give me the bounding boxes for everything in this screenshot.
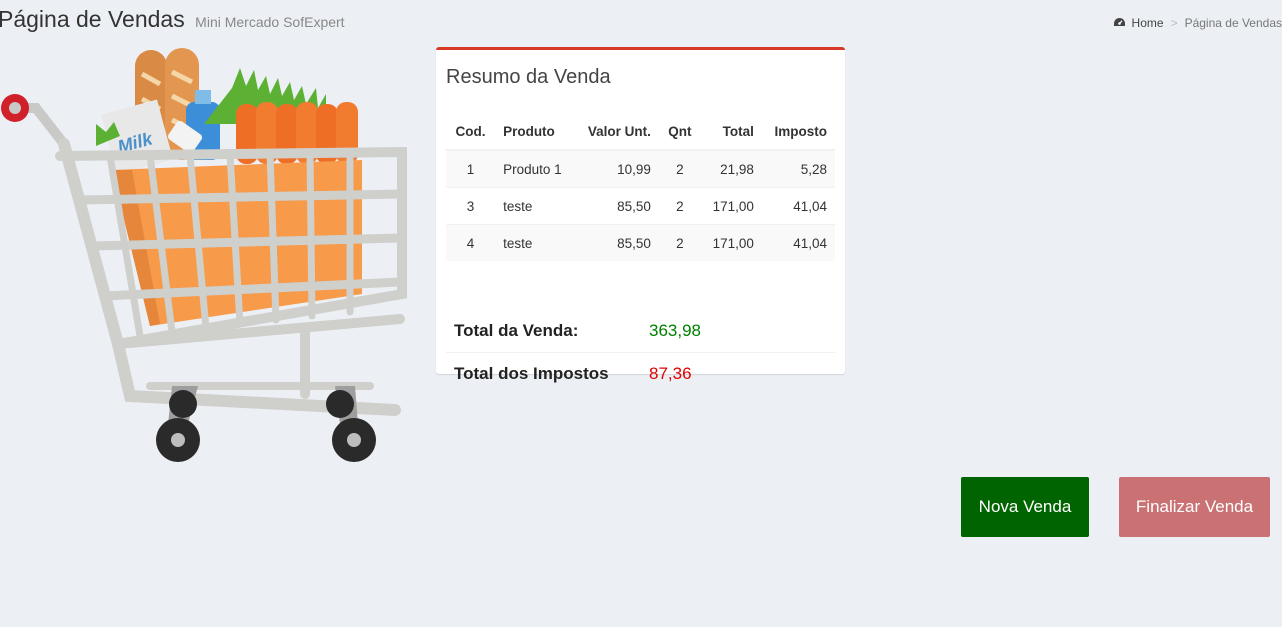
breadcrumb-current: Página de Vendas bbox=[1184, 16, 1282, 30]
breadcrumb: Home > Página de Vendas bbox=[1113, 16, 1282, 30]
table-row: 3 teste 85,50 2 171,00 41,04 bbox=[446, 187, 835, 225]
column-header: Total bbox=[700, 113, 762, 151]
dashboard-icon bbox=[1113, 18, 1125, 26]
cell-quantity: 2 bbox=[658, 224, 701, 261]
table-row: 1 Produto 1 10,99 2 21,98 5,28 bbox=[446, 149, 835, 188]
cell-code: 1 bbox=[446, 149, 496, 188]
breadcrumb-home-link[interactable]: Home bbox=[1132, 16, 1164, 30]
column-header: Imposto bbox=[761, 113, 835, 151]
sale-summary-title: Resumo da Venda bbox=[446, 66, 611, 88]
breadcrumb-separator: > bbox=[1170, 16, 1178, 30]
page-title: Página de Vendas bbox=[0, 6, 185, 32]
page-header: Página de Vendas Mini Mercado SofExpert bbox=[0, 6, 345, 33]
column-header: Produto bbox=[495, 113, 575, 151]
sale-total-label: Total da Venda: bbox=[454, 321, 579, 340]
cell-total: 171,00 bbox=[700, 224, 762, 261]
cell-tax: 41,04 bbox=[761, 224, 835, 261]
cell-total: 171,00 bbox=[700, 187, 762, 225]
shopping-cart-illustration: Milk bbox=[1, 48, 407, 462]
cell-quantity: 2 bbox=[658, 149, 701, 188]
sale-summary-box: Resumo da Venda Cod. Produto Valor Unt. … bbox=[436, 47, 845, 383]
column-header: Cod. bbox=[446, 113, 496, 151]
cell-unit-price: 85,50 bbox=[574, 187, 659, 225]
new-sale-button[interactable]: Nova Venda bbox=[961, 477, 1089, 537]
cell-unit-price: 85,50 bbox=[574, 224, 659, 261]
sale-total-value: 363,98 bbox=[649, 321, 701, 340]
cell-code: 4 bbox=[446, 224, 496, 261]
table-header-row: Cod. Produto Valor Unt. Qnt Total Impost… bbox=[446, 113, 835, 151]
totals-section: Total da Venda: 363,98 Total dos Imposto… bbox=[446, 310, 835, 395]
tax-total-row: Total dos Impostos 87,36 bbox=[446, 353, 835, 395]
column-header: Valor Unt. bbox=[574, 113, 659, 151]
tax-total-value: 87,36 bbox=[649, 364, 692, 383]
cell-product: Produto 1 bbox=[495, 149, 575, 188]
cell-tax: 5,28 bbox=[761, 149, 835, 188]
page-subtitle: Mini Mercado SofExpert bbox=[195, 14, 345, 30]
sale-total-row: Total da Venda: 363,98 bbox=[446, 310, 835, 353]
sale-items-table: Cod. Produto Valor Unt. Qnt Total Impost… bbox=[446, 113, 835, 261]
cell-total: 21,98 bbox=[700, 149, 762, 188]
tax-total-label: Total dos Impostos bbox=[454, 364, 609, 383]
cart-wheel-icon bbox=[156, 418, 200, 462]
table-row: 4 teste 85,50 2 171,00 41,04 bbox=[446, 224, 835, 261]
cell-tax: 41,04 bbox=[761, 187, 835, 225]
cell-code: 3 bbox=[446, 187, 496, 225]
finish-sale-button[interactable]: Finalizar Venda bbox=[1119, 477, 1270, 537]
cell-quantity: 2 bbox=[658, 187, 701, 225]
cart-wheel-icon bbox=[332, 418, 376, 462]
cell-product: teste bbox=[495, 224, 575, 261]
cell-unit-price: 10,99 bbox=[574, 149, 659, 188]
cell-product: teste bbox=[495, 187, 575, 225]
column-header: Qnt bbox=[658, 113, 701, 151]
